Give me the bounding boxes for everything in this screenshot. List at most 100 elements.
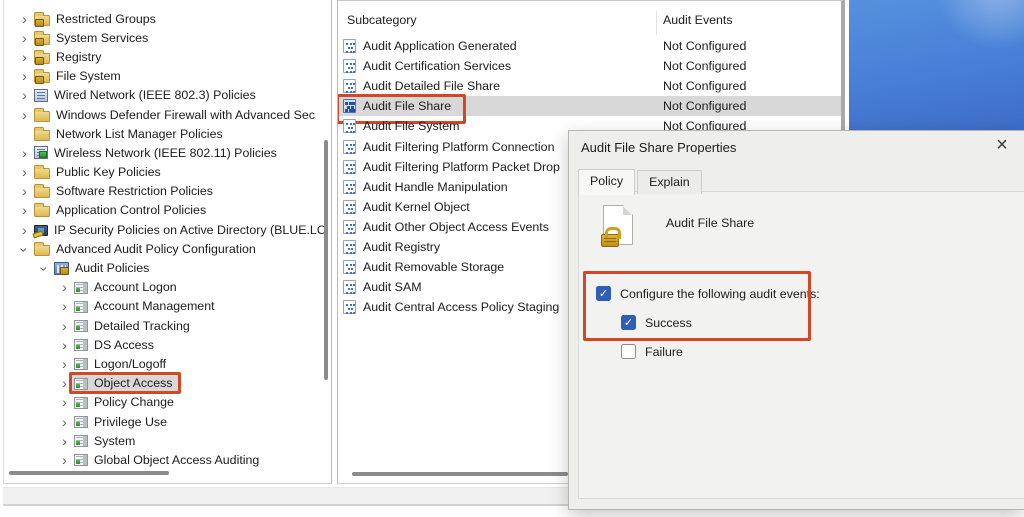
tree-item[interactable]: Object Access: [4, 374, 323, 393]
tree-item[interactable]: Global Object Access Auditing: [4, 450, 323, 469]
expander-chevron-icon[interactable]: [17, 223, 32, 237]
expander-chevron-icon[interactable]: [57, 415, 72, 429]
tree-item[interactable]: Account Logon: [4, 278, 323, 297]
tree-item[interactable]: Policy Change: [4, 393, 323, 412]
expander-chevron-icon[interactable]: [37, 261, 52, 275]
tree-item[interactable]: IP Security Policies on Active Directory…: [4, 220, 323, 239]
horizontal-scrollbar-thumb[interactable]: [352, 472, 568, 476]
screenshot-stage: Restricted Groups System Services: [0, 0, 1024, 517]
subcategory-row[interactable]: Audit File Share Not Configured: [338, 96, 841, 116]
tree-item-label: Object Access: [94, 376, 173, 390]
expander-chevron-icon[interactable]: [17, 12, 32, 26]
binary-file-icon: [343, 39, 356, 53]
subcategory-row[interactable]: Audit Application Generated Not Configur…: [338, 36, 841, 56]
tree-item[interactable]: Wireless Network (IEEE 802.11) Policies: [4, 143, 323, 162]
expander-chevron-icon[interactable]: [57, 338, 72, 352]
expander-chevron-icon[interactable]: [57, 299, 72, 313]
tree-item[interactable]: Audit Policies: [4, 258, 323, 277]
audit-file-share-properties-dialog: Audit File Share Properties × Policy Exp…: [568, 130, 1024, 510]
audit-category-icon: [74, 282, 88, 294]
tree-item[interactable]: Application Control Policies: [4, 201, 323, 220]
tree-item-label: Account Management: [94, 299, 215, 313]
tree-item[interactable]: Software Restriction Policies: [4, 182, 323, 201]
tree-item[interactable]: Network List Manager Policies: [4, 124, 323, 143]
tree-item[interactable]: Logon/Logoff: [4, 354, 323, 373]
tree-item[interactable]: System: [4, 431, 323, 450]
tab[interactable]: Explain: [637, 170, 702, 194]
tree-item-label: Wireless Network (IEEE 802.11) Policies: [54, 146, 277, 160]
expander-chevron-icon[interactable]: [57, 280, 72, 294]
subcategory-label: Audit Detailed File Share: [363, 79, 500, 93]
tree-item[interactable]: Wired Network (IEEE 802.3) Policies: [4, 86, 323, 105]
tab[interactable]: Policy: [578, 169, 635, 195]
tree-item[interactable]: Restricted Groups: [4, 9, 323, 28]
tree-item-selection: Software Restriction Policies: [32, 183, 218, 199]
tree-item-label: Wired Network (IEEE 802.3) Policies: [54, 88, 256, 102]
tree-item-selection: Logon/Logoff: [72, 356, 171, 372]
tree-item[interactable]: Advanced Audit Policy Configuration: [4, 239, 323, 258]
subcategory-label: Audit Filtering Platform Packet Drop: [363, 160, 560, 174]
expander-chevron-icon[interactable]: [17, 50, 32, 64]
tree-item-label: File System: [56, 69, 121, 83]
tree-item-selection: System Services: [32, 30, 153, 46]
tree-item[interactable]: DS Access: [4, 335, 323, 354]
expander-chevron-icon[interactable]: [17, 203, 32, 217]
tree-item[interactable]: Detailed Tracking: [4, 316, 323, 335]
tree-item-label: Privilege Use: [94, 415, 167, 429]
close-icon[interactable]: ×: [990, 133, 1014, 157]
tree-item-label: Detailed Tracking: [94, 319, 190, 333]
tree-item[interactable]: File System: [4, 67, 323, 86]
expander-chevron-icon[interactable]: [17, 31, 32, 45]
checkbox[interactable]: [596, 286, 611, 301]
tree-item-label: Global Object Access Auditing: [94, 453, 259, 467]
expander-chevron-icon[interactable]: [57, 434, 72, 448]
folder-icon: [34, 111, 50, 122]
checkbox[interactable]: [621, 315, 636, 330]
policy-tree: Restricted Groups System Services: [4, 9, 323, 470]
folder-icon: [34, 187, 50, 198]
tree-item-selection: Wireless Network (IEEE 802.11) Policies: [32, 145, 282, 161]
tree-item-label: Software Restriction Policies: [56, 184, 213, 198]
vertical-scrollbar-thumb[interactable]: [324, 140, 328, 380]
dialog-title: Audit File Share Properties: [581, 140, 736, 155]
ipsec-icon: [34, 225, 48, 236]
checkbox[interactable]: [621, 344, 636, 359]
tree-item[interactable]: Privilege Use: [4, 412, 323, 431]
expander-chevron-icon[interactable]: [57, 395, 72, 409]
tree-item[interactable]: Registry: [4, 47, 323, 66]
audit-category-icon: [74, 339, 88, 351]
expander-chevron-icon[interactable]: [17, 242, 32, 256]
expander-chevron-icon[interactable]: [17, 165, 32, 179]
subcategory-label: Audit File Share: [363, 99, 451, 113]
folder-icon: [34, 168, 50, 179]
expander-chevron-icon[interactable]: [17, 88, 32, 102]
expander-chevron-icon[interactable]: [57, 453, 72, 467]
subcategory-row[interactable]: Audit Certification Services Not Configu…: [338, 56, 841, 76]
binary-file-icon: [343, 220, 356, 234]
tree-item-selection: Global Object Access Auditing: [72, 452, 264, 468]
security-folder-icon: [34, 34, 50, 45]
column-header-audit-events[interactable]: Audit Events: [663, 13, 733, 27]
tree-item[interactable]: Public Key Policies: [4, 163, 323, 182]
column-separator[interactable]: [656, 11, 657, 35]
expander-chevron-icon[interactable]: [17, 146, 32, 160]
binary-file-selected-icon: [343, 99, 356, 113]
expander-chevron-icon[interactable]: [57, 357, 72, 371]
tree-item[interactable]: Account Management: [4, 297, 323, 316]
policy-name-label: Audit File Share: [666, 216, 754, 230]
subcategory-row[interactable]: Audit Detailed File Share Not Configured: [338, 76, 841, 96]
tree-item[interactable]: Windows Defender Firewall with Advanced …: [4, 105, 323, 124]
folder-icon: [34, 245, 50, 256]
tree-item-selection: Detailed Tracking: [72, 318, 195, 334]
expander-chevron-icon[interactable]: [57, 376, 72, 390]
tree-item-selection: Object Access: [72, 375, 178, 391]
expander-chevron-icon[interactable]: [17, 108, 32, 122]
expander-chevron-icon[interactable]: [17, 184, 32, 198]
binary-file-icon: [343, 240, 356, 254]
column-header-subcategory[interactable]: Subcategory: [347, 13, 417, 27]
expander-chevron-icon[interactable]: [57, 319, 72, 333]
tree-item[interactable]: System Services: [4, 28, 323, 47]
horizontal-scrollbar-thumb[interactable]: [9, 471, 169, 475]
tree-item-selection: Restricted Groups: [32, 11, 161, 27]
expander-chevron-icon[interactable]: [17, 69, 32, 83]
